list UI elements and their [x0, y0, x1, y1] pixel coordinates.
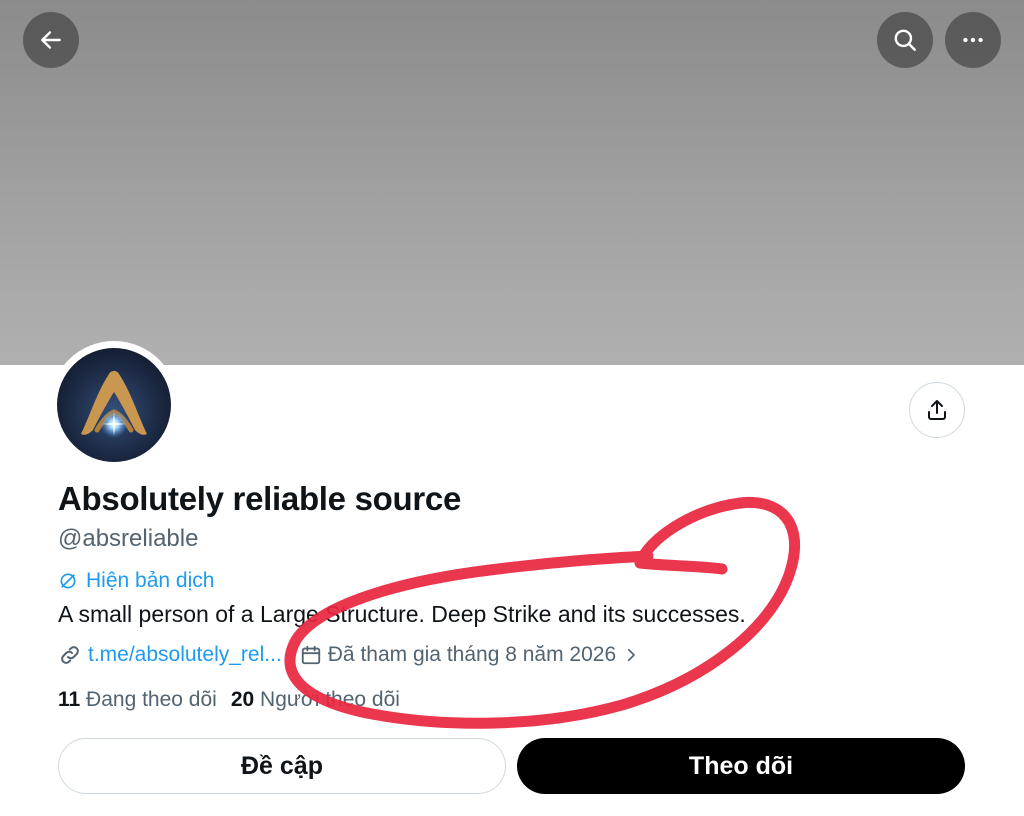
- followers-count: 20: [230, 688, 255, 711]
- follow-button[interactable]: Theo dõi: [517, 738, 965, 794]
- share-icon: [928, 400, 946, 420]
- search-icon: [894, 29, 916, 51]
- following-stat[interactable]: 11 Đang theo dõi: [58, 688, 217, 712]
- followers-label: Người theo dõi: [260, 688, 400, 711]
- more-button[interactable]: [945, 12, 1001, 68]
- profile-link-text: t.me/absolutely_rel...: [88, 643, 282, 666]
- following-label: Đang theo dõi: [86, 688, 217, 711]
- avatar[interactable]: [50, 341, 178, 469]
- display-name: Absolutely reliable source: [58, 480, 462, 517]
- profile-link[interactable]: t.me/absolutely_rel...: [58, 643, 282, 667]
- translate-link[interactable]: Hiện bản dịch: [58, 569, 214, 593]
- mention-button[interactable]: Đề cập: [58, 738, 506, 794]
- search-button[interactable]: [877, 12, 933, 68]
- arrow-left-icon: [41, 31, 61, 49]
- avatar-image: [57, 348, 171, 462]
- joined-date[interactable]: Đã tham gia tháng 8 năm 2026: [300, 643, 640, 667]
- profile-banner[interactable]: [0, 0, 1024, 365]
- share-button[interactable]: [909, 382, 965, 438]
- follow-stats: 11 Đang theo dõi 20 Người theo dõi: [58, 688, 400, 712]
- back-button[interactable]: [23, 12, 79, 68]
- profile-bio: A small person of a Large Structure. Dee…: [58, 601, 746, 627]
- link-icon: [61, 646, 79, 664]
- followers-stat[interactable]: 20 Người theo dõi: [231, 688, 400, 712]
- more-horizontal-icon: [963, 37, 983, 43]
- profile-meta: t.me/absolutely_rel... Đã tham gia tháng…: [58, 643, 640, 667]
- calendar-icon: [301, 645, 320, 665]
- profile-handle: @absreliable: [58, 525, 199, 552]
- following-count: 11: [58, 688, 81, 711]
- translate-icon: [60, 573, 76, 589]
- joined-text: Đã tham gia tháng 8 năm 2026: [327, 643, 617, 666]
- chevron-right-icon: [628, 648, 635, 662]
- translate-label: Hiện bản dịch: [86, 569, 215, 592]
